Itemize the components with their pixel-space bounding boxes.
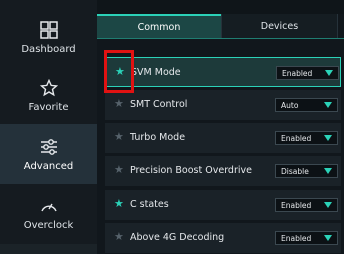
main-panel: Common Devices ★ SVM Mode Enabled ★ SMT … (97, 0, 344, 254)
tab-common[interactable]: Common (97, 14, 221, 38)
sidebar-item-label: Dashboard (21, 43, 76, 55)
sidebar-item-label: Overclock (23, 219, 74, 231)
favorite-star-icon[interactable]: ★ (114, 164, 125, 175)
setting-row-smt-control[interactable]: ★ SMT Control Auto (105, 90, 341, 120)
setting-dropdown[interactable]: Enabled (276, 66, 339, 80)
favorite-star-icon[interactable]: ★ (115, 66, 126, 77)
setting-dropdown[interactable]: Auto (275, 98, 338, 112)
dropdown-value: Enabled (281, 234, 312, 243)
chevron-down-icon (324, 235, 332, 241)
gauge-icon (38, 196, 60, 216)
setting-dropdown[interactable]: Enabled (275, 131, 338, 145)
setting-name: Precision Boost Overdrive (130, 165, 252, 176)
tab-bar: Common Devices (97, 0, 344, 38)
favorite-star-icon[interactable]: ★ (114, 98, 125, 109)
sliders-icon (38, 137, 60, 157)
setting-dropdown[interactable]: Enabled (275, 231, 338, 245)
setting-row-svm-mode[interactable]: ★ SVM Mode Enabled (105, 57, 341, 87)
chevron-down-icon (325, 70, 333, 76)
favorite-star-icon[interactable]: ★ (114, 131, 125, 142)
tab-devices[interactable]: Devices (221, 14, 337, 38)
dashboard-icon (38, 20, 60, 40)
sidebar-item-label: Favorite (28, 101, 69, 113)
sidebar-next-item (0, 244, 97, 254)
chevron-down-icon (324, 135, 332, 141)
sidebar: Dashboard Favorite Advanced Overclock (0, 0, 97, 254)
chevron-down-icon (324, 202, 332, 208)
dropdown-value: Enabled (282, 69, 313, 78)
setting-row-turbo-mode[interactable]: ★ Turbo Mode Enabled (105, 123, 341, 153)
sidebar-item-advanced[interactable]: Advanced (0, 124, 97, 184)
tab-overflow (337, 14, 344, 38)
favorite-star-icon[interactable]: ★ (114, 198, 125, 209)
sidebar-item-label: Advanced (23, 160, 74, 172)
setting-dropdown[interactable]: Enabled (275, 198, 338, 212)
tab-underline (97, 38, 344, 39)
setting-name: Above 4G Decoding (130, 232, 225, 243)
setting-name: C states (130, 199, 169, 210)
dropdown-value: Auto (281, 101, 299, 110)
setting-row-c-states[interactable]: ★ C states Enabled (105, 190, 341, 220)
setting-row-above-4g-decoding[interactable]: ★ Above 4G Decoding Enabled (105, 223, 341, 253)
setting-dropdown[interactable]: Disable (275, 164, 338, 178)
setting-name: SVM Mode (131, 67, 181, 78)
dropdown-value: Enabled (281, 134, 312, 143)
setting-name: Turbo Mode (130, 132, 186, 143)
sidebar-item-dashboard[interactable]: Dashboard (0, 8, 97, 66)
chevron-down-icon (324, 168, 332, 174)
sidebar-item-overclock[interactable]: Overclock (0, 184, 97, 242)
setting-name: SMT Control (130, 99, 188, 110)
dropdown-value: Disable (281, 167, 309, 176)
sidebar-item-favorite[interactable]: Favorite (0, 66, 97, 124)
star-outline-icon (38, 78, 60, 98)
setting-row-precision-boost-overdrive[interactable]: ★ Precision Boost Overdrive Disable (105, 156, 341, 186)
chevron-down-icon (324, 102, 332, 108)
favorite-star-icon[interactable]: ★ (114, 231, 125, 242)
dropdown-value: Enabled (281, 201, 312, 210)
